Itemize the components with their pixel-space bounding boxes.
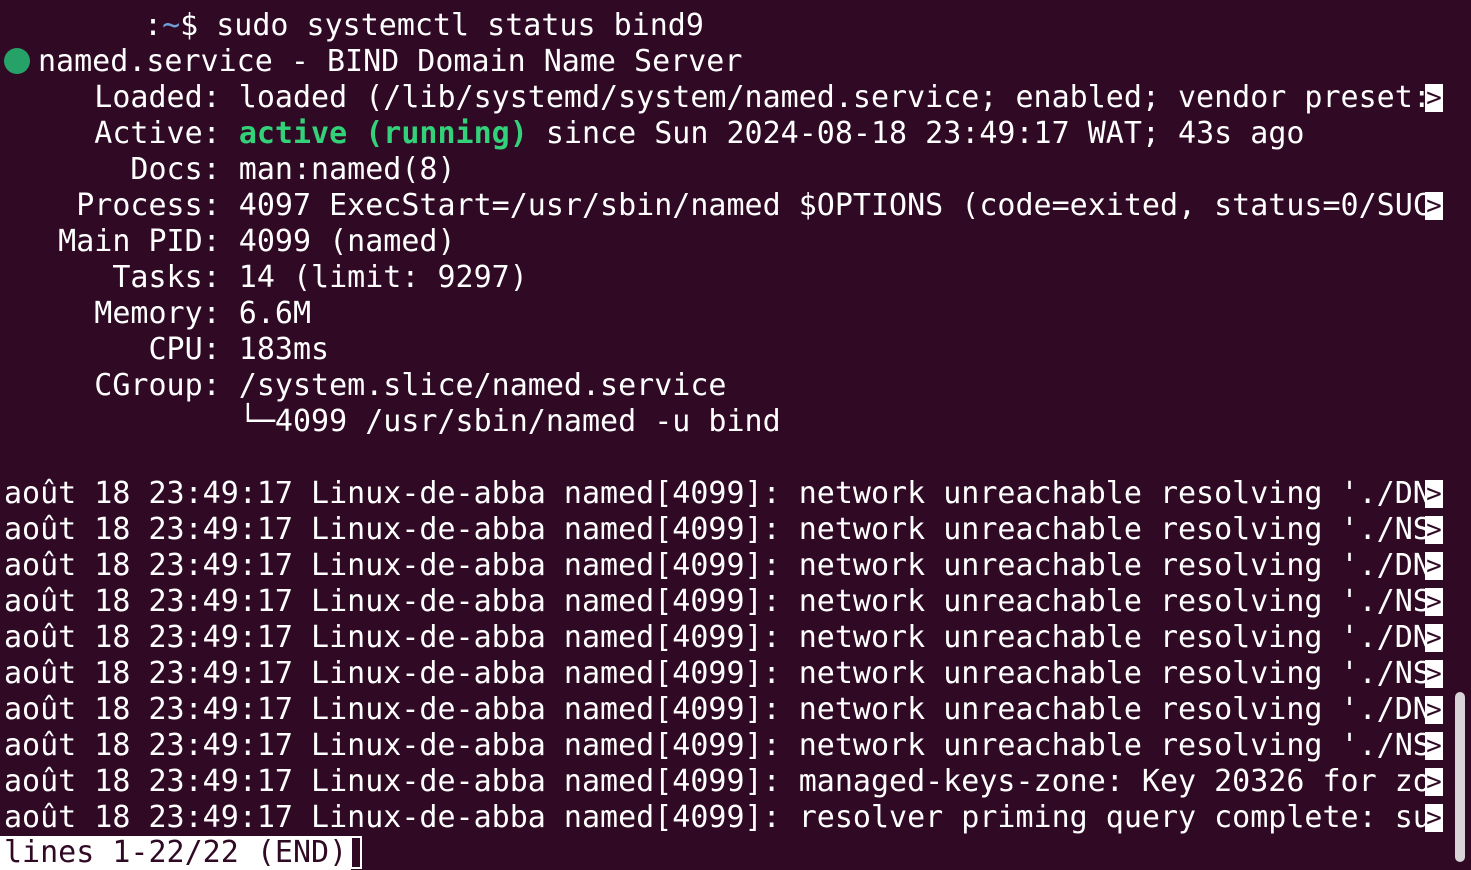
truncation-marker: > [1425, 803, 1443, 833]
cpu-line: CPU: 183ms [4, 332, 330, 367]
truncation-marker: > [1425, 83, 1443, 113]
status-dot-icon [4, 48, 30, 74]
tasks-line: Tasks: 14 (limit: 9297) [4, 260, 528, 295]
log-line: août 18 23:49:17 Linux-de-abba named[409… [4, 764, 1431, 799]
active-line: Active: active (running) since Sun 2024-… [4, 116, 1304, 152]
log-line: août 18 23:49:17 Linux-de-abba named[409… [4, 620, 1431, 655]
prompt-path: ~ [162, 8, 181, 43]
pager-status: lines 1-22/22 (END) [0, 836, 352, 870]
log-line: août 18 23:49:17 Linux-de-abba named[409… [4, 692, 1431, 727]
truncation-marker: > [1425, 623, 1443, 653]
truncation-marker: > [1425, 191, 1443, 221]
truncation-marker: > [1425, 659, 1443, 689]
active-state: active (running) [238, 116, 528, 151]
truncation-marker: > [1425, 479, 1443, 509]
log-line: août 18 23:49:17 Linux-de-abba named[409… [4, 548, 1431, 583]
truncation-marker: > [1425, 731, 1443, 761]
log-line: août 18 23:49:17 Linux-de-abba named[409… [4, 512, 1431, 547]
cgroup-line: CGroup: /system.slice/named.service [4, 368, 727, 403]
service-title-line: named.service - BIND Domain Name Server [4, 44, 742, 80]
scrollbar-thumb[interactable] [1455, 692, 1465, 862]
log-line: août 18 23:49:17 Linux-de-abba named[409… [4, 656, 1431, 691]
memory-line: Memory: 6.6M [4, 296, 312, 331]
truncation-marker: > [1425, 515, 1443, 545]
log-line: août 18 23:49:17 Linux-de-abba named[409… [4, 584, 1431, 619]
truncation-marker: > [1425, 767, 1443, 797]
prompt-symbol: $ [180, 8, 199, 43]
prompt-line: :~$ sudo systemctl status bind9 [4, 8, 704, 44]
docs-line: Docs: man:named(8) [4, 152, 456, 187]
active-label: Active: [4, 116, 239, 151]
truncation-marker: > [1425, 695, 1443, 725]
process-line: Process: 4097 ExecStart=/usr/sbin/named … [4, 188, 1431, 223]
truncation-marker: > [1425, 587, 1443, 617]
loaded-line: Loaded: loaded (/lib/systemd/system/name… [4, 80, 1431, 115]
text-cursor[interactable] [350, 836, 362, 869]
log-line: août 18 23:49:17 Linux-de-abba named[409… [4, 728, 1431, 763]
truncation-marker: > [1425, 551, 1443, 581]
active-since: since Sun 2024-08-18 23:49:17 WAT; 43s a… [527, 116, 1305, 151]
log-line: août 18 23:49:17 Linux-de-abba named[409… [4, 476, 1431, 511]
cgroup-child-line: └─4099 /usr/sbin/named -u bind [4, 404, 781, 439]
prompt-separator: : [144, 8, 163, 43]
command-text: sudo systemctl status bind9 [216, 8, 704, 43]
log-line: août 18 23:49:17 Linux-de-abba named[409… [4, 800, 1431, 835]
terminal-window[interactable]: :~$ sudo systemctl status bind9 named.se… [0, 0, 1471, 870]
main-pid-line: Main PID: 4099 (named) [4, 224, 456, 259]
service-title: named.service - BIND Domain Name Server [38, 44, 743, 79]
